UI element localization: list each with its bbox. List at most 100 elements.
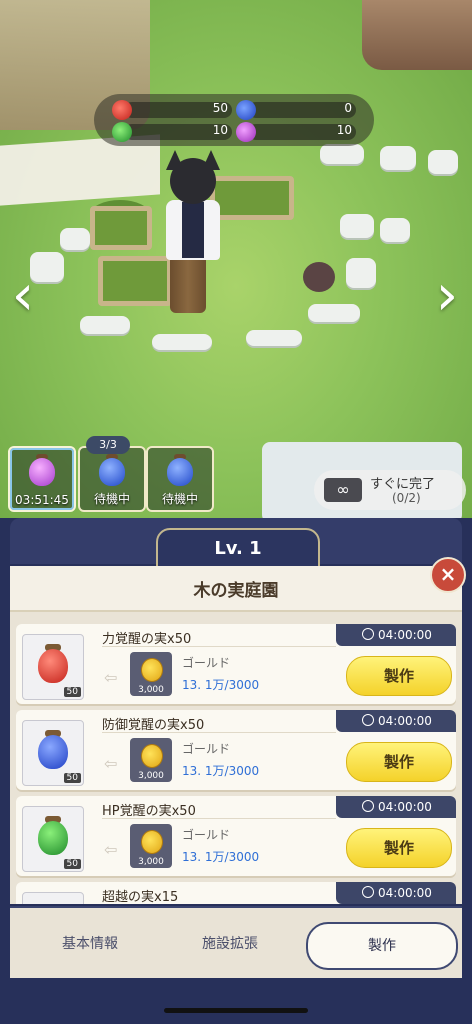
queue-slot[interactable]: 03:51:45 xyxy=(8,446,76,512)
cost-quantity: 3,000 xyxy=(138,857,164,867)
list-item: 50 防御覚醒の実x50 04:00:00 ⇦ 3,000 ゴールド 13. 1… xyxy=(16,710,456,790)
item-name: 力覚醒の実x50 xyxy=(102,632,192,647)
purple-fruit-icon xyxy=(236,122,256,142)
page-title: 木の実庭園 xyxy=(193,581,279,601)
resource-value: 10 xyxy=(212,123,228,137)
path-stone xyxy=(346,258,376,288)
level-label: Lv. 1 xyxy=(156,528,320,570)
cost-value: 13. 1万/3000 xyxy=(182,764,260,778)
craft-time: 04:00:00 xyxy=(336,796,456,818)
clock-icon xyxy=(362,714,374,726)
list-item: 超越の実x15 04:00:00 xyxy=(16,882,456,904)
craft-button[interactable]: 製作 xyxy=(346,742,452,782)
resource-value: 50 xyxy=(212,101,228,115)
resource-panel: 50 0 10 10 xyxy=(94,94,374,146)
path-stone xyxy=(340,214,374,238)
queue-count: 3/3 xyxy=(86,436,130,454)
building xyxy=(362,0,472,70)
item-slot[interactable] xyxy=(22,892,84,904)
queue-slot[interactable]: 待機中 xyxy=(78,446,146,512)
list-item: 50 力覚醒の実x50 04:00:00 ⇦ 3,000 ゴールド 13. 1万… xyxy=(16,624,456,704)
instant-complete-label: すぐに完了 xyxy=(370,477,436,492)
cost-slot: 3,000 xyxy=(130,738,172,782)
cost-name: ゴールド xyxy=(182,656,231,670)
path-stone xyxy=(428,150,458,174)
pet-creature xyxy=(303,262,335,292)
slot-status: 待機中 xyxy=(93,492,130,506)
cost-slot: 3,000 xyxy=(130,652,172,696)
clock-icon xyxy=(362,628,374,640)
infinity-ticket-icon: ∞ xyxy=(324,478,362,502)
gold-coin-icon xyxy=(141,830,163,854)
slot-status: 待機中 xyxy=(161,492,198,506)
craft-time: 04:00:00 xyxy=(336,624,456,646)
path-stone xyxy=(80,316,130,334)
path-stone xyxy=(152,334,212,350)
cost-value: 13. 1万/3000 xyxy=(182,850,260,864)
item-quantity: 50 xyxy=(63,859,81,869)
craft-button[interactable]: 製作 xyxy=(346,656,452,696)
close-icon[interactable]: × xyxy=(430,557,466,593)
green-fruit-icon xyxy=(112,122,132,142)
cost-slot: 3,000 xyxy=(130,824,172,868)
gold-coin-icon xyxy=(141,744,163,768)
path-stone xyxy=(246,330,302,346)
item-name: 防御覚醒の実x50 xyxy=(102,718,205,733)
item-slot[interactable]: 50 xyxy=(22,806,84,872)
cost-name: ゴールド xyxy=(182,828,231,842)
craft-list: 50 力覚醒の実x50 04:00:00 ⇦ 3,000 ゴールド 13. 1万… xyxy=(10,612,462,904)
slot-timer: 03:51:45 xyxy=(15,493,69,507)
previous-arrow-icon[interactable]: ‹ xyxy=(6,268,40,328)
cost-name: ゴールド xyxy=(182,742,231,756)
game-scene xyxy=(0,0,472,520)
gold-coin-icon xyxy=(141,658,163,682)
next-arrow-icon[interactable]: › xyxy=(430,268,464,328)
resource-purple: 10 xyxy=(236,122,356,142)
path-stone xyxy=(380,218,410,242)
craft-button[interactable]: 製作 xyxy=(346,828,452,868)
resource-green: 10 xyxy=(112,122,232,142)
tab-crafting[interactable]: 製作 xyxy=(306,922,458,970)
tab-basic-info[interactable]: 基本情報 xyxy=(30,922,150,966)
item-slot[interactable]: 50 xyxy=(22,634,84,700)
clock-icon xyxy=(362,886,374,898)
bottom-tabs: 基本情報 施設拡張 製作 xyxy=(10,906,462,978)
red-fruit-icon xyxy=(38,649,68,683)
garden-bed xyxy=(90,206,152,250)
cost-quantity: 3,000 xyxy=(138,771,164,781)
purple-fruit-icon xyxy=(29,458,55,486)
clock-icon xyxy=(362,800,374,812)
arrow-left-icon: ⇦ xyxy=(104,668,118,687)
item-quantity: 50 xyxy=(63,773,81,783)
resource-blue: 0 xyxy=(236,100,356,120)
list-item: 50 HP覚醒の実x50 04:00:00 ⇦ 3,000 ゴールド 13. 1… xyxy=(16,796,456,876)
arrow-left-icon: ⇦ xyxy=(104,754,118,773)
resource-value: 10 xyxy=(336,123,352,137)
item-name: HP覚醒の実x50 xyxy=(102,804,196,819)
item-name: 超越の実x15 xyxy=(102,890,179,904)
resource-value: 0 xyxy=(344,101,352,115)
title-bar: 木の実庭園 xyxy=(10,566,462,612)
instant-complete-button[interactable]: ∞ すぐに完了 (0/2) xyxy=(314,470,466,510)
tab-facility-expansion[interactable]: 施設拡張 xyxy=(170,922,290,966)
green-fruit-icon xyxy=(38,821,68,855)
path-stone xyxy=(60,228,90,250)
item-slot[interactable]: 50 xyxy=(22,720,84,786)
item-quantity: 50 xyxy=(63,687,81,697)
red-fruit-icon xyxy=(112,100,132,120)
home-indicator[interactable] xyxy=(164,1008,308,1013)
arrow-left-icon: ⇦ xyxy=(104,840,118,859)
blue-fruit-icon xyxy=(167,458,193,486)
craft-time: 04:00:00 xyxy=(336,710,456,732)
craft-time: 04:00:00 xyxy=(336,882,456,904)
instant-complete-count: (0/2) xyxy=(392,491,421,505)
cost-quantity: 3,000 xyxy=(138,685,164,695)
player-character[interactable] xyxy=(158,150,228,270)
queue-slot[interactable]: 待機中 xyxy=(146,446,214,512)
blue-fruit-icon xyxy=(236,100,256,120)
path-stone xyxy=(320,144,364,164)
path-stone xyxy=(308,304,360,322)
blue-fruit-icon xyxy=(99,458,125,486)
blue-fruit-icon xyxy=(38,735,68,769)
path-stone xyxy=(380,146,416,170)
